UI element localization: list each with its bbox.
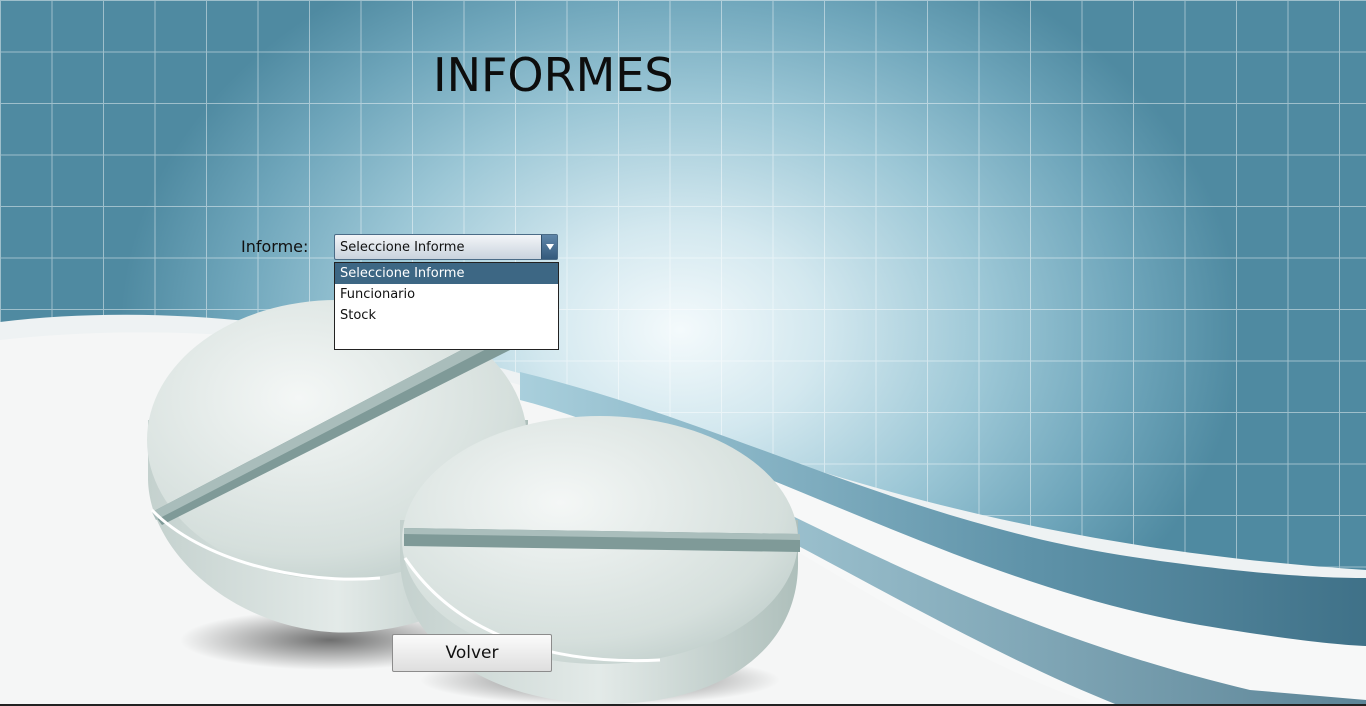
app-window: INFORMES Informe: Seleccione Informe Sel… <box>0 0 1366 706</box>
report-option-seleccione[interactable]: Seleccione Informe <box>335 263 558 284</box>
report-select-value: Seleccione Informe <box>340 240 465 255</box>
background-illustration <box>0 0 1366 706</box>
report-option-stock[interactable]: Stock <box>335 305 558 326</box>
report-select[interactable]: Seleccione Informe <box>334 234 558 260</box>
report-select-dropdown: Seleccione Informe Funcionario Stock <box>334 262 559 350</box>
report-option-funcionario[interactable]: Funcionario <box>335 284 558 305</box>
chevron-down-icon[interactable] <box>541 235 557 259</box>
back-button[interactable]: Volver <box>392 634 552 672</box>
report-label: Informe: <box>241 237 309 256</box>
page-title: INFORMES <box>433 48 674 102</box>
